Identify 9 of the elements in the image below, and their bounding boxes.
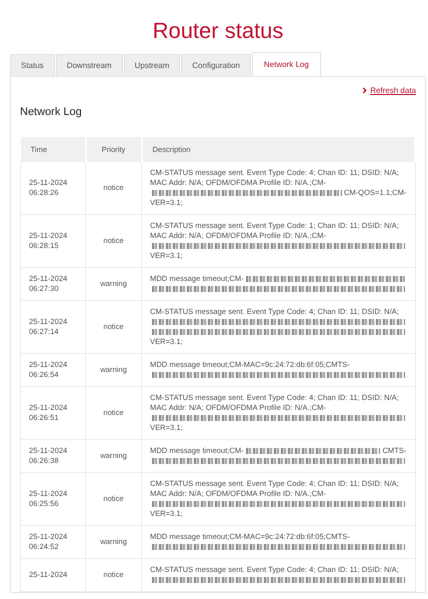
chevron-icon (362, 87, 368, 94)
tab[interactable]: Upstream (124, 54, 180, 76)
page-title: Router status (152, 18, 284, 44)
tab[interactable]: Network Log (252, 52, 321, 76)
refresh-link[interactable]: Refresh data (370, 86, 416, 95)
tab[interactable]: Downstream (56, 54, 123, 76)
tab[interactable]: Configuration (181, 54, 251, 76)
tab[interactable]: Status (10, 54, 55, 76)
section-title: Network Log (20, 106, 83, 118)
